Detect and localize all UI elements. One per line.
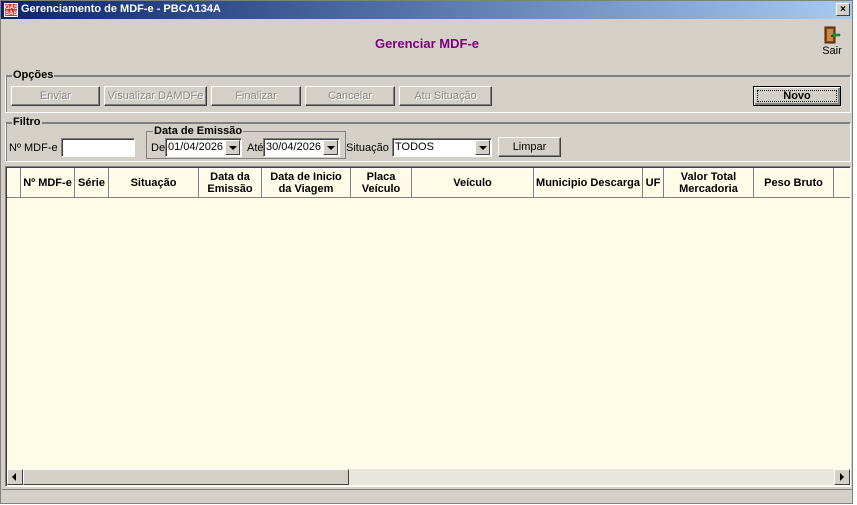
numero-mdfe-input[interactable] — [61, 138, 135, 157]
situacao-select[interactable]: TODOS — [392, 138, 492, 157]
atu-situacao-button[interactable]: Atu Situação — [399, 86, 492, 106]
mdfe-grid[interactable]: Nº MDF-e Série Situação Data da Emissão … — [5, 166, 851, 487]
column-header-numero[interactable]: Nº MDF-e — [21, 168, 75, 198]
numero-mdfe-label: Nº MDF-e — [9, 142, 58, 154]
filtro-group: Filtro Nº MDF-e Data de Emissão De 01/04… — [5, 116, 851, 162]
window-title: Gerenciamento de MDF-e - PBCA134A — [21, 3, 221, 15]
door-exit-icon — [824, 26, 841, 44]
column-header-extra[interactable] — [834, 168, 850, 198]
scroll-thumb[interactable] — [23, 469, 349, 485]
data-emissao-legend: Data de Emissão — [153, 125, 244, 137]
title-bar[interactable]: GAS SAS Gerenciamento de MDF-e - PBCA134… — [1, 1, 852, 19]
cancelar-button[interactable]: Cancelar — [305, 86, 395, 106]
enviar-button[interactable]: Enviar — [11, 86, 100, 106]
chevron-down-icon[interactable] — [225, 140, 240, 155]
column-header-situacao[interactable]: Situação — [109, 168, 199, 198]
close-button[interactable]: × — [836, 3, 850, 16]
finalizar-button[interactable]: Finalizar — [211, 86, 301, 106]
column-header-municipio[interactable]: Municipio Descarga — [534, 168, 643, 198]
column-header-data-emissao[interactable]: Data da Emissão — [199, 168, 262, 198]
status-bar — [2, 489, 852, 503]
visualizar-damdfe-button[interactable]: Visualizar DAMDFe — [104, 86, 207, 106]
situacao-value: TODOS — [395, 141, 434, 153]
column-header-serie[interactable]: Série — [75, 168, 109, 198]
novo-button[interactable]: Novo — [753, 86, 841, 106]
data-emissao-group: Data de Emissão De 01/04/2026 Até 30/04/… — [146, 125, 346, 159]
scroll-left-arrow-icon[interactable] — [7, 469, 23, 485]
column-header-placa[interactable]: Placa Veículo — [351, 168, 412, 198]
column-header-data-inicio-viagem[interactable]: Data de Inicio da Viagem — [262, 168, 351, 198]
app-icon: GAS SAS — [4, 3, 19, 17]
data-ate-picker[interactable]: 30/04/2026 — [263, 138, 340, 157]
horizontal-scrollbar[interactable] — [7, 469, 850, 485]
column-header-valor-total[interactable]: Valor Total Mercadoria — [664, 168, 754, 198]
de-label: De — [151, 142, 166, 154]
data-ate-value: 30/04/2026 — [266, 141, 322, 153]
data-de-value: 01/04/2026 — [168, 141, 224, 153]
exit-button[interactable]: Sair — [818, 26, 846, 62]
scroll-right-arrow-icon[interactable] — [834, 469, 850, 485]
header-bar: Gerenciar MDF-e Sair — [2, 20, 852, 67]
column-header-peso-bruto[interactable]: Peso Bruto — [754, 168, 834, 198]
column-header-indicator[interactable] — [7, 168, 21, 198]
opcoes-legend: Opções — [12, 69, 55, 81]
ate-label: Até — [247, 142, 264, 154]
focus-rect — [757, 90, 837, 102]
filtro-legend: Filtro — [12, 116, 42, 128]
chevron-down-icon[interactable] — [323, 140, 338, 155]
data-de-picker[interactable]: 01/04/2026 — [165, 138, 242, 157]
situacao-label: Situação — [346, 142, 389, 154]
main-window: GAS SAS Gerenciamento de MDF-e - PBCA134… — [0, 0, 853, 504]
exit-label: Sair — [822, 45, 842, 57]
column-header-uf[interactable]: UF — [643, 168, 664, 198]
limpar-button[interactable]: Limpar — [498, 137, 561, 157]
opcoes-group: Opções Enviar Visualizar DAMDFe Finaliza… — [5, 69, 851, 113]
page-title: Gerenciar MDF-e — [374, 36, 480, 51]
column-header-veiculo[interactable]: Veículo — [412, 168, 534, 198]
chevron-down-icon[interactable] — [475, 140, 490, 155]
